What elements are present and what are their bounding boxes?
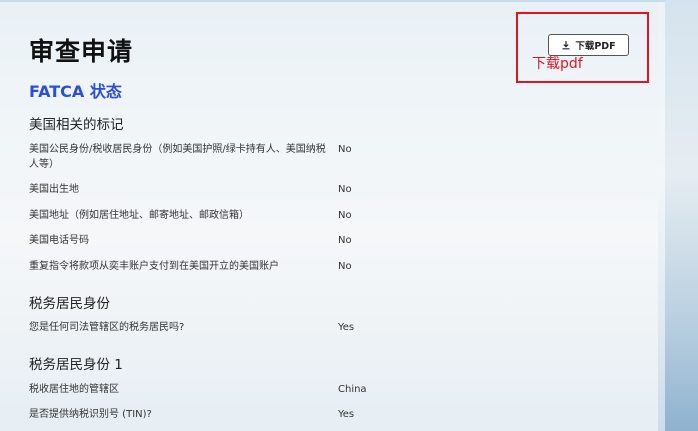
row-label-us-phone: 美国电话号码 xyxy=(29,235,89,246)
review-panel: 审查申请 下载PDF 下载pdf FATCA 状态 美国相关的标记 美国公民身份… xyxy=(0,0,665,431)
us-indicators-heading: 美国相关的标记 xyxy=(29,117,124,133)
row-label-standing-instructions: 重复指令将款项从奕丰账户支付到在美国开立的美国账户 xyxy=(29,261,279,272)
row-label-jurisdiction: 税收居住地的管辖区 xyxy=(29,384,119,395)
row-label-us-address: 美国地址（例如居住地址、邮寄地址、邮政信箱） xyxy=(29,210,249,221)
row-label-us-birthplace: 美国出生地 xyxy=(29,184,79,195)
row-value-us-birthplace: No xyxy=(338,184,352,195)
page-title: 审查申请 xyxy=(29,37,134,66)
row-value-us-address: No xyxy=(338,210,352,221)
row-value-jurisdiction: China xyxy=(338,384,367,395)
row-label-tin-provided: 是否提供纳税识别号 (TIN)? xyxy=(29,409,152,420)
row-value-us-citizenship: No xyxy=(338,144,352,155)
row-value-tax-resident: Yes xyxy=(338,322,355,333)
row-value-tin-provided: Yes xyxy=(338,409,355,420)
fatca-section-title: FATCA 状态 xyxy=(29,82,122,101)
row-value-us-phone: No xyxy=(338,235,352,246)
row-label-tax-resident: 您是任何司法管辖区的税务居民吗? xyxy=(29,322,185,333)
annotation-note: 下载pdf xyxy=(532,56,583,72)
row-label-us-citizenship: 美国公民身份/税收居民身份（例如美国护照/绿卡持有人、美国纳税人等） xyxy=(29,144,326,170)
tax-residency-heading: 税务居民身份 xyxy=(29,296,110,312)
tax-residency-1-heading: 税务居民身份 1 xyxy=(29,357,123,373)
row-value-standing-instructions: No xyxy=(338,261,352,272)
